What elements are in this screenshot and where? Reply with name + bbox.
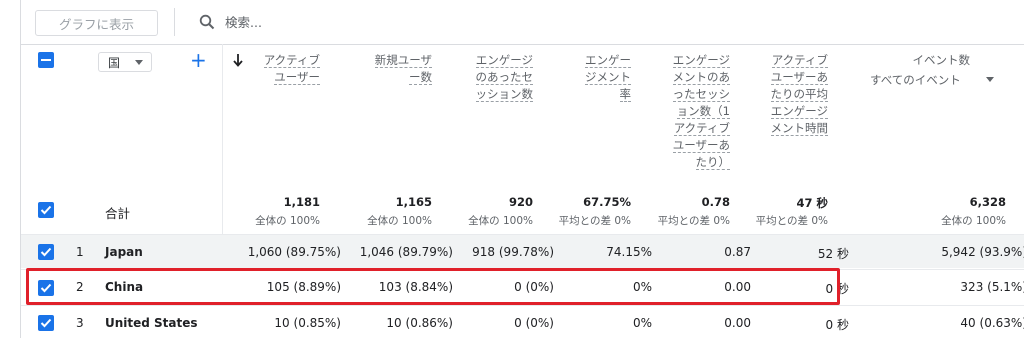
cell: 0 秒 (825, 318, 849, 332)
row-checkbox[interactable] (38, 280, 54, 296)
total-sub: 全体の 100% (468, 215, 533, 227)
table-row[interactable]: 1 Japan 1,060 (89.75%) 1,046 (89.79%) 91… (21, 234, 1024, 268)
col-header-line: アクティブ (771, 53, 828, 68)
row-rank: 3 (76, 316, 84, 330)
col-header-new-users[interactable]: 新規ユーザ ー数 (374, 52, 432, 86)
total-sub: 全体の 100% (255, 215, 320, 227)
total-value: 6,328 (969, 195, 1006, 209)
row-country[interactable]: China (105, 280, 143, 294)
total-sub: 平均との差 0% (755, 215, 828, 227)
caret-down-icon (135, 60, 143, 65)
col-header-line: ョン数（1 (676, 104, 730, 119)
select-all-checkbox[interactable] (38, 52, 54, 68)
total-sub: 全体の 100% (367, 215, 432, 227)
col-header-line: エンゲージ (475, 53, 533, 68)
check-icon (40, 318, 52, 328)
cell: 1,060 (89.75%) (247, 245, 341, 259)
col-header-line: ったセッシ (672, 87, 730, 102)
cell: 74.15% (606, 245, 652, 259)
cell: 10 (0.85%) (274, 316, 341, 330)
total-value: 1,165 (395, 195, 432, 209)
cell: 10 (0.86%) (386, 316, 453, 330)
cell: 918 (99.78%) (472, 245, 554, 259)
plot-in-graph-button[interactable]: グラフに表示 (35, 10, 158, 36)
col-header-line: メント時間 (770, 121, 828, 136)
row-country[interactable]: United States (105, 316, 198, 330)
row-country[interactable]: Japan (105, 245, 143, 259)
column-divider (222, 44, 223, 234)
table-toolbar: グラフに表示 (21, 0, 1024, 45)
total-value: 67.75% (583, 195, 631, 209)
col-header-line: アクティブ (263, 53, 320, 68)
cell: 5,942 (93.9%) (941, 245, 1024, 259)
dimension-label: 国 (108, 55, 121, 70)
analytics-table: グラフに表示 国 + アクティブ ユーザー 新規ユーザ ー数 エンゲージ のあっ… (0, 0, 1024, 338)
total-value: 1,181 (283, 195, 320, 209)
table-row[interactable]: 2 China 105 (8.89%) 103 (8.84%) 0 (0%) 0… (21, 269, 1024, 303)
cell: 0 (0%) (514, 316, 554, 330)
events-filter-dropdown[interactable]: すべてのイベント (870, 72, 961, 88)
check-icon (40, 247, 52, 257)
cell: 1,046 (89.79%) (359, 245, 453, 259)
col-header-line: のあったセ (475, 70, 533, 85)
cell: 323 (5.1%) (960, 280, 1024, 294)
col-header-engaged-sessions[interactable]: エンゲージ のあったセ ッション数 (475, 52, 533, 103)
col-header-avg-engagement-time[interactable]: アクティブ ユーザーあ たりの平均 エンゲージ メント時間 (770, 52, 828, 137)
total-value: 47 秒 (796, 196, 828, 210)
col-header-line: 新規ユーザ (374, 53, 432, 68)
total-value: 0.78 (701, 195, 730, 209)
col-header-line: 率 (619, 87, 631, 102)
dimension-dropdown[interactable]: 国 (98, 52, 152, 72)
cell: 0.00 (724, 316, 751, 330)
col-header-line: メントのあ (672, 70, 730, 85)
cell: 0% (632, 316, 652, 330)
col-header-engaged-sessions-per-user[interactable]: エンゲージ メントのあ ったセッシ ョン数（1 アクティブ ユーザーあ たり） (672, 52, 730, 171)
sort-descending-icon[interactable] (232, 53, 244, 67)
col-header-line: ッション数 (475, 87, 533, 102)
col-header-line: エンゲージ (770, 104, 828, 119)
row-rank: 2 (76, 280, 84, 294)
total-sub: 全体の 100% (941, 215, 1006, 227)
total-sub: 平均との差 0% (657, 215, 730, 227)
col-header-line: イベント数 (912, 53, 971, 67)
col-header-line: ジメント (585, 70, 631, 85)
col-header-line: ユーザーあ (770, 70, 828, 85)
totals-checkbox[interactable] (38, 202, 54, 218)
toolbar-divider (174, 8, 175, 36)
col-header-line: アクティブ (673, 121, 730, 136)
add-dimension-plus-icon[interactable]: + (190, 50, 207, 70)
cell: 52 秒 (817, 247, 849, 261)
total-value: 920 (508, 195, 533, 209)
col-header-event-count[interactable]: イベント数 (913, 52, 971, 69)
col-header-line: エンゲー (585, 53, 631, 68)
caret-down-icon[interactable] (986, 77, 994, 82)
totals-label: 合計 (105, 206, 131, 221)
cell: 0 (0%) (514, 280, 554, 294)
row-rank: 1 (76, 245, 84, 259)
cell: 0% (632, 280, 652, 294)
table-row[interactable]: 3 United States 10 (0.85%) 10 (0.86%) 0 … (21, 305, 1024, 339)
col-header-line: ユーザー (274, 70, 320, 85)
col-header-engagement-rate[interactable]: エンゲー ジメント 率 (585, 52, 631, 103)
minus-icon (41, 59, 51, 61)
cell: 0 秒 (825, 282, 849, 296)
cell: 40 (0.63%) (960, 316, 1024, 330)
row-checkbox[interactable] (38, 244, 54, 260)
search-icon (199, 14, 215, 30)
check-icon (40, 205, 52, 215)
total-sub: 平均との差 0% (558, 215, 631, 227)
col-header-active-users[interactable]: アクティブ ユーザー (263, 52, 320, 86)
cell: 105 (8.89%) (266, 280, 341, 294)
cell: 0.87 (724, 245, 751, 259)
search-input[interactable] (225, 10, 605, 34)
cell: 103 (8.84%) (378, 280, 453, 294)
col-header-line: たり） (695, 155, 730, 170)
check-icon (40, 283, 52, 293)
col-header-line: たりの平均 (770, 87, 828, 102)
col-header-line: エンゲージ (672, 53, 730, 68)
row-checkbox[interactable] (38, 315, 54, 331)
col-header-line: ユーザーあ (672, 138, 730, 153)
col-header-line: ー数 (409, 70, 432, 85)
cell: 0.00 (724, 280, 751, 294)
